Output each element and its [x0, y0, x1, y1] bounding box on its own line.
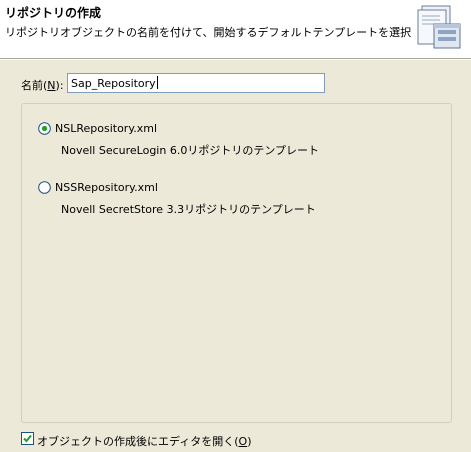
page-title: リポジトリの作成 — [5, 6, 102, 20]
name-field-label: 名前(N): — [21, 79, 64, 92]
header-separator — [0, 58, 471, 60]
page-description: リポジトリオブジェクトの名前を付けて、開始するデフォルトテンプレートを選択します — [5, 26, 445, 39]
wizard-header: リポジトリの作成 リポジトリオブジェクトの名前を付けて、開始するデフォルトテンプ… — [0, 0, 471, 58]
repository-name-input[interactable] — [67, 73, 325, 93]
text-caret — [157, 76, 158, 89]
nsl-template-radio[interactable] — [38, 122, 51, 135]
nsl-template-name[interactable]: NSLRepository.xml — [55, 122, 157, 135]
repository-wizard-icon — [412, 2, 466, 56]
nsl-template-description: Novell SecureLogin 6.0リポジトリのテンプレート — [61, 144, 319, 157]
nss-template-name[interactable]: NSSRepository.xml — [55, 181, 158, 194]
nss-template-radio[interactable] — [38, 181, 51, 194]
open-editor-checkbox[interactable] — [21, 432, 34, 445]
nss-template-description: Novell SecretStore 3.3リポジトリのテンプレート — [61, 203, 316, 216]
open-editor-label[interactable]: オブジェクトの作成後にエディタを開く(O) — [37, 433, 252, 449]
